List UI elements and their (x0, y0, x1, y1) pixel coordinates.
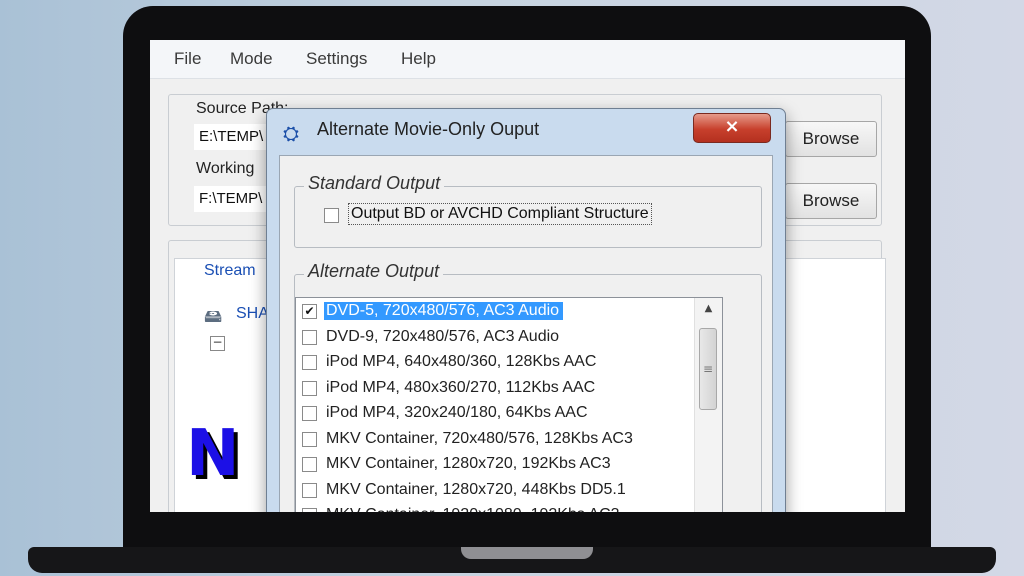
list-item-checkbox[interactable] (302, 508, 317, 512)
working-path-label: Working (196, 160, 255, 177)
list-item-label: MKV Container, 720x480/576, 128Kbs AC3 (326, 429, 633, 447)
list-item-checkbox[interactable]: ✔ (302, 304, 317, 319)
list-item[interactable]: MKV Container, 1280x720, 448Kbs DD5.1 (296, 478, 692, 503)
menu-settings[interactable]: Settings (306, 49, 367, 69)
dialog-title: Alternate Movie-Only Ouput (317, 119, 540, 139)
list-item-checkbox[interactable] (302, 329, 317, 345)
source-browse-button[interactable]: Browse (785, 121, 877, 157)
list-item-label: DVD-9, 720x480/576, AC3 Audio (326, 327, 560, 345)
list-item-label: iPod MP4, 640x480/360, 128Kbs AAC (326, 353, 597, 370)
alternate-output-dialog: ⛭ Alternate Movie-Only Ouput × Standard … (266, 108, 786, 512)
list-item-label: MKV Container, 1280x720, 192Kbs AC3 (326, 455, 611, 472)
scroll-thumb[interactable]: ≡ (699, 328, 717, 410)
list-item-label: iPod MP4, 480x360/270, 112Kbs AAC (326, 378, 596, 396)
tree-collapse-icon[interactable]: − (210, 336, 225, 351)
list-item-checkbox[interactable] (302, 406, 317, 421)
n-logo-icon: N (186, 417, 240, 491)
list-item-label: MKV Container, 1280x720, 448Kbs DD5.1 (326, 480, 626, 498)
list-item[interactable]: iPod MP4, 640x480/360, 128Kbs AAC (296, 350, 692, 375)
scroll-down-icon[interactable]: ▼ (695, 506, 722, 512)
working-browse-button[interactable]: Browse (785, 183, 877, 219)
list-item-label: MKV Container, 1920x1080, 192Kbs AC3 (326, 506, 620, 512)
list-item[interactable]: MKV Container, 1280x720, 192Kbs AC3 (296, 452, 692, 477)
list-item-checkbox[interactable] (302, 482, 317, 498)
scroll-up-icon[interactable]: ▲ (695, 298, 722, 320)
list-item[interactable]: DVD-9, 720x480/576, AC3 Audio (296, 325, 692, 350)
list-scrollbar[interactable]: ▲ ≡ ▼ (694, 298, 722, 512)
list-item-label: DVD-5, 720x480/576, AC3 Audio (324, 302, 564, 320)
menu-file[interactable]: File (174, 49, 201, 69)
list-item[interactable]: MKV Container, 720x480/576, 128Kbs AC3 (296, 427, 692, 452)
tab-stream[interactable]: Stream (204, 262, 256, 280)
tree-item[interactable]: SHA (236, 305, 269, 323)
list-item[interactable]: MKV Container, 1920x1080, 192Kbs AC3 (296, 503, 692, 512)
standard-output-title: Standard Output (304, 173, 445, 194)
menu-help[interactable]: Help (401, 49, 436, 69)
menu-bar: File Mode Settings Help (150, 40, 905, 79)
app-window: File Mode Settings Help Source Path: E:\… (150, 40, 905, 512)
alternate-output-list[interactable]: MKV Container, 1920x1080, 192Kbs AC3 MKV … (295, 297, 723, 512)
list-item-checkbox[interactable] (302, 431, 317, 447)
list-item-checkbox[interactable] (302, 355, 317, 370)
list-item-checkbox[interactable] (302, 380, 317, 396)
alternate-output-title: Alternate Output (304, 261, 444, 282)
list-item[interactable]: iPod MP4, 320x240/180, 64Kbs AAC (296, 401, 692, 426)
list-item[interactable]: ✔ DVD-5, 720x480/576, AC3 Audio (296, 299, 692, 324)
close-button[interactable]: × (693, 113, 771, 143)
bd-avchd-checkbox[interactable] (324, 208, 339, 223)
menu-mode[interactable]: Mode (230, 49, 273, 69)
app-icon: ⛭ (283, 121, 299, 145)
list-item-label: iPod MP4, 320x240/180, 64Kbs AAC (326, 404, 588, 421)
laptop-notch (461, 547, 593, 559)
list-item-checkbox[interactable] (302, 457, 317, 472)
list-item[interactable]: iPod MP4, 480x360/270, 112Kbs AAC (296, 376, 692, 401)
drive-icon: 🖴 (204, 306, 223, 327)
bd-avchd-label[interactable]: Output BD or AVCHD Compliant Structure (348, 203, 652, 225)
